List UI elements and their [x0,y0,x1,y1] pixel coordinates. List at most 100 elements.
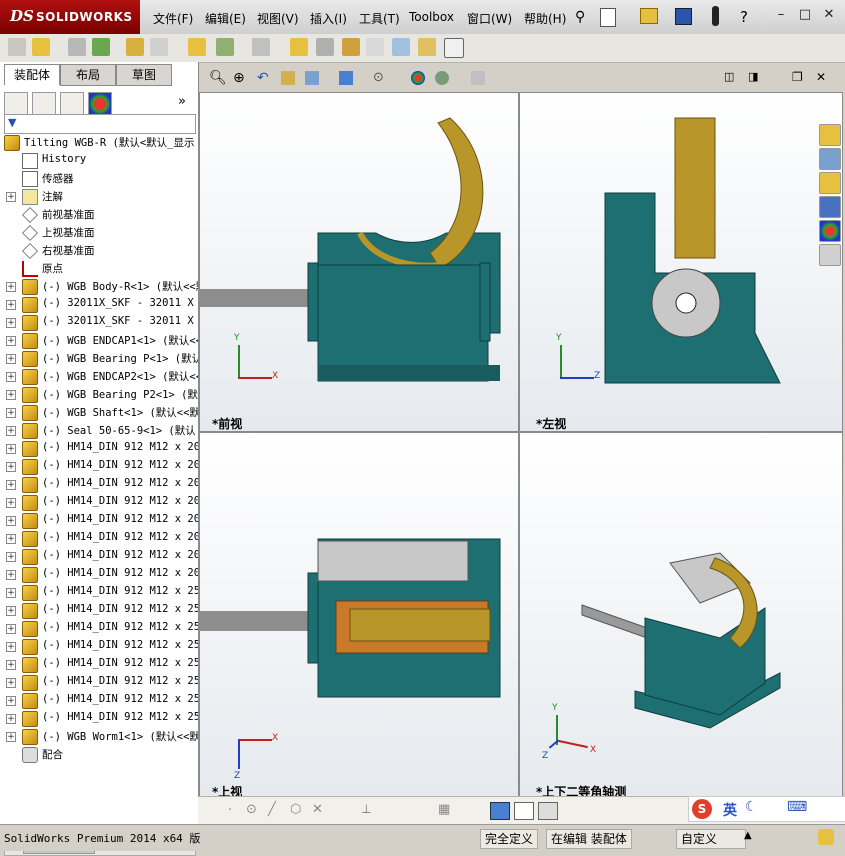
section-view-icon[interactable] [281,71,295,85]
new-part-icon[interactable] [32,38,50,56]
tree-item[interactable]: 传感器 [0,170,198,188]
instant3d-icon[interactable] [418,38,436,56]
expand-toggle-icon[interactable]: + [6,480,16,490]
expand-toggle-icon[interactable]: + [6,318,16,328]
exploded-view-icon[interactable] [342,38,360,56]
edit-appearance-icon[interactable] [411,71,425,85]
tab-sketch[interactable]: 草图 [116,64,172,86]
view-palette-icon[interactable] [819,196,841,218]
tab-layout[interactable]: 布局 [60,64,116,86]
view-settings-icon[interactable] [471,71,485,85]
expand-toggle-icon[interactable]: + [6,696,16,706]
status-units[interactable]: 自定义 [676,829,746,849]
tab-assembly[interactable]: 装配体 [4,64,60,85]
expand-toggle-icon[interactable]: + [6,462,16,472]
tree-item[interactable]: + (-) HM14_DIN 912 M12 x 25 [0,620,198,638]
menu-view[interactable]: 视图(V) [257,10,299,27]
expand-toggle-icon[interactable]: + [6,372,16,382]
units-dropdown-icon[interactable]: ▲ [744,830,752,841]
expand-toggle-icon[interactable]: + [6,390,16,400]
filter-input[interactable]: ▼ [4,114,196,134]
expand-toggle-icon[interactable]: + [6,444,16,454]
expand-toggle-icon[interactable]: + [6,282,16,292]
tree-item[interactable]: 前视基准面 [0,206,198,224]
large-design-review-icon[interactable] [444,38,464,58]
ime-language[interactable]: 英 [723,800,737,820]
menu-window[interactable]: 窗口(W) [467,10,512,27]
menu-edit[interactable]: 编辑(E) [205,10,246,27]
bill-of-materials-icon[interactable] [316,38,334,56]
wireframe-display-icon[interactable] [514,802,534,820]
viewport-front[interactable]: Y X *前视 [199,92,519,432]
viewport-iso[interactable]: Y X Z *上下二等角轴测 [519,432,843,799]
tree-item[interactable]: + (-) WGB Body-R<1> (默认<<默 [0,278,198,296]
point-icon[interactable]: · [228,803,232,818]
reference-geometry-icon[interactable] [252,38,270,56]
appearances-icon[interactable] [819,220,841,242]
expand-toggle-icon[interactable]: + [6,660,16,670]
tree-item[interactable]: + (-) HM14_DIN 912 M12 x 20 [0,548,198,566]
expand-toggle-icon[interactable]: + [6,516,16,526]
expand-toggle-icon[interactable]: + [6,354,16,364]
tree-item[interactable]: + (-) HM14_DIN 912 M12 x 20 [0,440,198,458]
expand-toggle-icon[interactable]: + [6,426,16,436]
previous-view-icon[interactable]: ↶ [257,70,269,86]
display-style-icon[interactable] [339,71,353,85]
design-library-icon[interactable] [819,148,841,170]
mirror-icon[interactable]: ⟂ [362,802,371,817]
new-document-icon[interactable] [600,8,616,27]
new-motion-study-icon[interactable] [290,38,308,56]
help-icon[interactable]: ? [740,8,748,26]
expand-toggle-icon[interactable]: + [6,570,16,580]
expand-panel-icon[interactable]: » [178,94,186,109]
menu-help[interactable]: 帮助(H) [524,10,566,27]
minimize-icon[interactable]: – [772,7,790,23]
tree-item[interactable]: + (-) WGB ENDCAP1<1> (默认<< [0,332,198,350]
view-orientation-icon[interactable] [305,71,319,85]
smart-fasteners-icon[interactable] [126,38,144,56]
tree-item[interactable]: + (-) HM14_DIN 912 M12 x 25 [0,584,198,602]
viewport-top[interactable]: X Z *上视 [199,432,519,799]
property-manager-icon[interactable] [32,92,56,116]
tree-item[interactable]: + (-) Seal 50-65-9<1> (默认 [0,422,198,440]
link-views-icon[interactable]: ◫ [724,70,734,83]
tree-root[interactable]: Tilting WGB-R (默认<默认_显示 [0,134,198,152]
tree-item[interactable]: + (-) WGB Worm1<1> (默认<<默 [0,728,198,746]
tree-item[interactable]: 配合 [0,746,198,764]
solidworks-logo[interactable]: DS SOLIDWORKS [0,0,140,34]
tree-item[interactable]: History [0,152,198,170]
home-icon[interactable] [819,124,841,146]
restore-icon[interactable]: □ [796,7,814,23]
save-icon[interactable] [675,8,692,25]
tree-item[interactable]: + (-) HM14_DIN 912 M12 x 25 [0,638,198,656]
polygon-icon[interactable]: ⬡ [290,802,301,817]
hide-show-items-icon[interactable]: ⊙ [373,70,384,85]
keyboard-icon[interactable]: ⌨ [787,799,807,815]
close-icon[interactable]: ✕ [820,7,838,23]
viewport-restore-icon[interactable]: ❐ [792,70,803,84]
mate-tool-icon[interactable] [68,38,86,56]
expand-toggle-icon[interactable]: + [6,606,16,616]
tree-item[interactable]: 右视基准面 [0,242,198,260]
tree-item[interactable]: + (-) HM14_DIN 912 M12 x 25 [0,674,198,692]
tree-item[interactable]: + (-) HM14_DIN 912 M12 x 20 [0,476,198,494]
custom-properties-icon[interactable] [819,244,841,266]
tree-item[interactable]: + (-) HM14_DIN 912 M12 x 25 [0,602,198,620]
insert-component-icon[interactable] [8,38,26,56]
feature-manager-icon[interactable] [4,92,28,116]
expand-toggle-icon[interactable]: + [6,552,16,562]
open-folder-icon[interactable] [640,8,658,24]
tree-item[interactable]: 原点 [0,260,198,278]
tree-item[interactable]: + (-) HM14_DIN 912 M12 x 25 [0,710,198,728]
expand-toggle-icon[interactable]: + [6,408,16,418]
tree-item[interactable]: + (-) WGB Shaft<1> (默认<<默 [0,404,198,422]
expand-toggle-icon[interactable]: + [6,498,16,508]
tree-item[interactable]: + (-) HM14_DIN 912 M12 x 20 [0,494,198,512]
zoom-area-icon[interactable]: ⊕ [233,70,245,86]
tree-item[interactable]: + (-) WGB ENDCAP2<1> (默认<< [0,368,198,386]
explode-line-icon[interactable] [366,38,384,56]
file-explorer-icon[interactable] [819,172,841,194]
menu-file[interactable]: 文件(F) [153,10,193,27]
expand-toggle-icon[interactable]: + [6,624,16,634]
tree-item[interactable]: + (-) 32011X_SKF - 32011 X - [0,296,198,314]
